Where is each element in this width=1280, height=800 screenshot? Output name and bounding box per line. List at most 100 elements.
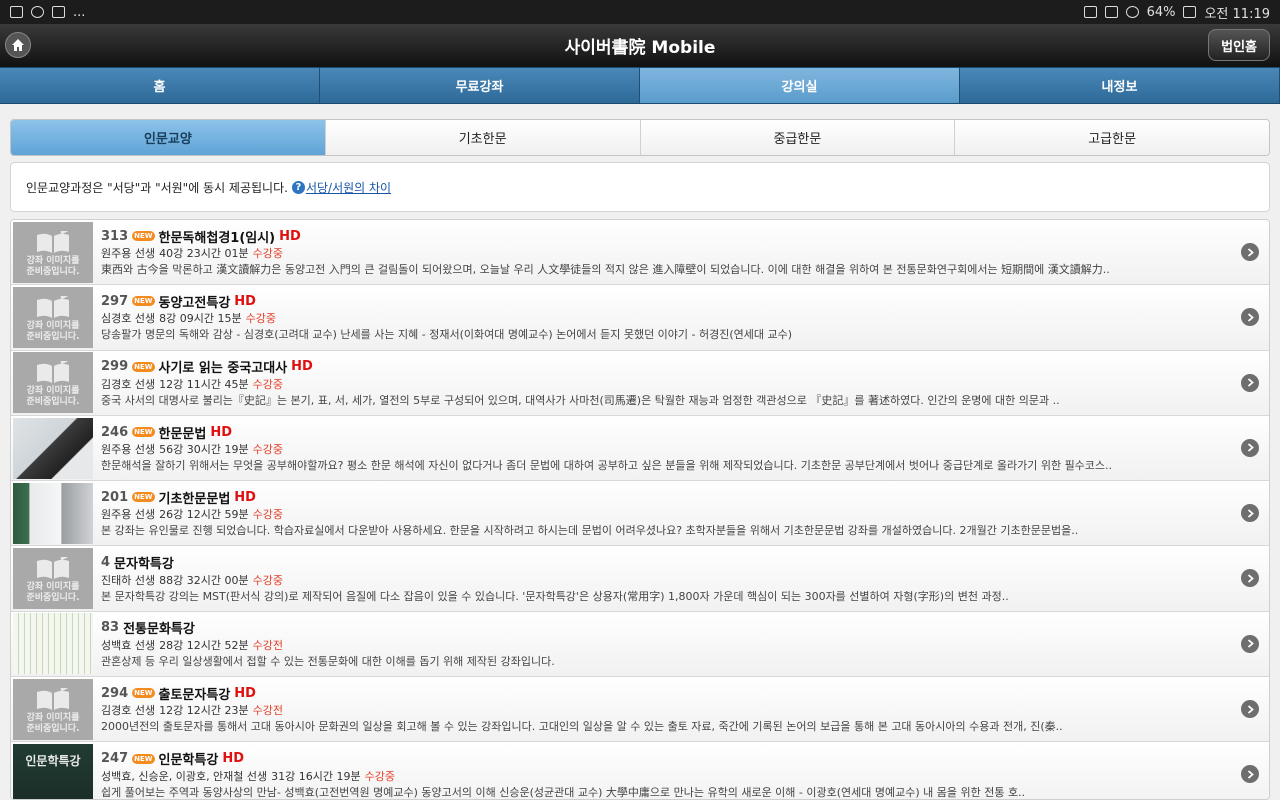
course-number: 297 <box>101 293 129 309</box>
subtab-advanced[interactable]: 고급한문 <box>955 120 1269 155</box>
course-status: 수강중 <box>252 443 283 457</box>
course-status: 수강중 <box>245 312 276 326</box>
course-description: 본 문자학특강 강의는 MST(판서식 강의)로 제작되어 음질에 다소 잡음이… <box>101 589 1009 603</box>
course-meta: 8강 09시간 15분 <box>159 312 242 326</box>
status-bar: ... 64% 오전 11:19 <box>0 0 1280 24</box>
book-icon <box>37 361 69 384</box>
course-row[interactable]: 인문학특강 247 NEW 인문학특강 HD 성백효, 신승운, 이광호, 안재… <box>11 742 1269 799</box>
placeholder-line1: 강좌 이미지를 <box>26 582 80 593</box>
course-status: 수강중 <box>364 769 395 783</box>
course-row[interactable]: 강좌 이미지를 준비중입니다. 294 NEW 출토문자특강 HD 김경호 선생 … <box>11 677 1269 743</box>
course-meta: 12강 11시간 45분 <box>159 377 249 391</box>
hd-badge: HD <box>291 359 313 375</box>
chevron-right-icon[interactable] <box>1241 634 1259 653</box>
course-number: 294 <box>101 685 129 701</box>
course-row[interactable]: 83 전통문화특강 성백효 선생 28강 12시간 52분 수강전 관혼상제 등… <box>11 611 1269 678</box>
chevron-right-icon[interactable] <box>1241 373 1259 392</box>
course-status: 수강중 <box>252 377 283 391</box>
course-title: 기초한문문법 <box>158 491 231 507</box>
placeholder-line1: 강좌 이미지를 <box>26 386 80 397</box>
hd-badge: HD <box>234 293 256 309</box>
course-row[interactable]: 강좌 이미지를 준비중입니다. 313 NEW 한문독해첩경1(임시) HD 원주… <box>11 220 1269 286</box>
course-title: 문자학특강 <box>114 557 174 573</box>
alarm-icon <box>1083 6 1097 18</box>
course-thumbnail: 인문학특강 <box>13 744 93 799</box>
course-row[interactable]: 강좌 이미지를 준비중입니다. 297 NEW 동양고전특강 HD 심경호 선생 … <box>11 285 1269 351</box>
course-status: 수강중 <box>252 508 283 522</box>
placeholder-line2: 준비중입니다. <box>26 397 80 408</box>
course-thumbnail: 강좌 이미지를 준비중입니다. <box>13 352 93 414</box>
course-number: 313 <box>101 228 129 244</box>
placeholder-line1: 강좌 이미지를 <box>26 712 80 723</box>
subtab-humanities[interactable]: 인문교양 <box>11 120 326 155</box>
course-description: 당송팔가 명문의 독해와 감상 - 심경호(고려대 교수) 난세를 사는 지혜 … <box>101 328 793 342</box>
wifi-icon <box>1125 6 1139 18</box>
course-teacher: 심경호 선생 <box>101 312 156 326</box>
subtab-intermediate[interactable]: 중급한문 <box>640 120 956 155</box>
tab-free-lectures[interactable]: 무료강좌 <box>320 68 640 103</box>
tab-classroom[interactable]: 강의실 <box>640 68 960 103</box>
course-status: 수강중 <box>252 573 283 587</box>
course-row[interactable]: 201 NEW 기초한문문법 HD 원주용 선생 26강 12시간 59분 수강… <box>11 481 1269 547</box>
course-meta: 56강 30시간 19분 <box>159 443 249 457</box>
page-title: 사이버書院 Mobile <box>564 38 716 58</box>
placeholder-line2: 준비중입니다. <box>26 266 80 277</box>
course-teacher: 김경호 선생 <box>101 704 156 718</box>
course-row[interactable]: 강좌 이미지를 준비중입니다. 4 문자학특강 진태하 선생 88강 32시간 0… <box>11 546 1269 612</box>
hd-badge: HD <box>234 489 256 505</box>
course-title: 한문독해첩경1(임시) <box>158 230 276 246</box>
chevron-right-icon[interactable] <box>1241 438 1259 457</box>
course-description: 쉽게 풀어보는 주역과 동양사상의 만남- 성백효(고전번역원 명예교수) 동양… <box>101 785 1026 799</box>
course-status: 수강전 <box>252 704 283 718</box>
course-meta: 28강 12시간 52분 <box>159 638 249 652</box>
battery-icon <box>1183 6 1197 18</box>
course-description: 東西와 古今을 막론하고 漢文讀解力은 동양고전 入門의 큰 걸림돌이 되어왔으… <box>101 263 1110 277</box>
course-teacher: 진태하 선생 <box>101 573 156 587</box>
course-status: 수강전 <box>252 638 283 652</box>
course-row[interactable]: 강좌 이미지를 준비중입니다. 299 NEW 사기로 읽는 중국고대사 HD 김… <box>11 350 1269 416</box>
chevron-right-icon[interactable] <box>1241 243 1259 261</box>
chevron-right-icon[interactable] <box>1241 700 1259 719</box>
book-icon <box>37 557 69 580</box>
course-number: 247 <box>101 751 129 767</box>
new-badge: NEW <box>132 427 155 438</box>
course-meta: 40강 23시간 01분 <box>159 247 249 261</box>
course-status: 수강중 <box>252 247 283 261</box>
course-meta: 26강 12시간 59분 <box>159 508 249 522</box>
subtab-basic[interactable]: 기초한문 <box>325 120 641 155</box>
hd-badge: HD <box>234 685 256 701</box>
course-thumbnail: 강좌 이미지를 준비중입니다. <box>13 221 93 283</box>
course-description: 중국 사서의 대명사로 불리는『史記』는 본기, 표, 서, 세가, 열전의 5… <box>101 393 1060 407</box>
help-icon[interactable]: ? <box>291 180 305 194</box>
course-teacher: 원주용 선생 <box>101 247 156 261</box>
course-title: 사기로 읽는 중국고대사 <box>158 361 288 377</box>
notice-box: 인문교양과정은 "서당"과 "서원"에 동시 제공됩니다. ? 서당/서원의 차… <box>10 162 1270 212</box>
hd-badge: HD <box>279 228 301 244</box>
course-thumbnail: 강좌 이미지를 준비중입니다. <box>13 678 93 740</box>
course-thumbnail <box>13 417 93 479</box>
course-list: 강좌 이미지를 준비중입니다. 313 NEW 한문독해첩경1(임시) HD 원주… <box>10 219 1270 800</box>
course-description: 한문해석을 잘하기 위해서는 무엇을 공부해야할까요? 평소 한문 해석에 자신… <box>101 459 1113 473</box>
new-badge: NEW <box>132 492 155 503</box>
course-title: 출토문자특강 <box>158 687 231 703</box>
clock: 오전 11:19 <box>1204 6 1270 22</box>
course-teacher: 김경호 선생 <box>101 377 156 391</box>
course-title: 전통문화특강 <box>123 622 195 638</box>
book-icon <box>37 230 69 253</box>
difference-link[interactable]: 서당/서원의 차이 <box>306 179 391 196</box>
course-meta: 31강 16시간 19분 <box>271 769 361 783</box>
corp-home-button[interactable]: 법인홈 <box>1208 29 1270 61</box>
course-thumbnail: 강좌 이미지를 준비중입니다. <box>13 548 93 610</box>
course-title: 동양고전특강 <box>158 295 231 311</box>
play-store-icon <box>52 6 65 18</box>
course-meta: 88강 32시간 00분 <box>159 573 249 587</box>
course-row[interactable]: 246 NEW 한문문법 HD 원주용 선생 56강 30시간 19분 수강중 … <box>11 415 1269 482</box>
course-description: 2000년전의 출토문자를 통해서 고대 동아시아 문화권의 일상을 회고해 볼… <box>101 720 1063 734</box>
tab-home[interactable]: 홈 <box>0 68 320 103</box>
course-teacher: 원주용 선생 <box>101 508 156 522</box>
home-button[interactable] <box>5 32 31 58</box>
course-number: 246 <box>101 424 129 440</box>
course-meta: 12강 12시간 23분 <box>159 704 249 718</box>
tab-my-info[interactable]: 내정보 <box>960 68 1280 103</box>
course-number: 83 <box>101 620 120 636</box>
